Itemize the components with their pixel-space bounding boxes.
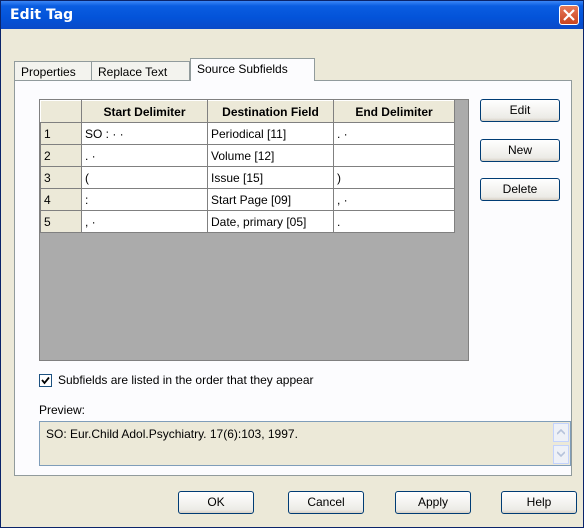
- preview-scroll-down[interactable]: [553, 445, 569, 464]
- corner-cell: [40, 100, 82, 123]
- cancel-button[interactable]: Cancel: [288, 491, 364, 514]
- end-delimiter-cell[interactable]: [333, 144, 455, 167]
- end-delimiter-cell[interactable]: .: [333, 210, 455, 233]
- subfields-table: Start Delimiter Destination Field End De…: [40, 100, 455, 233]
- start-delimiter-cell[interactable]: . ·: [81, 144, 208, 167]
- new-button[interactable]: New: [480, 139, 560, 162]
- row-number[interactable]: 3: [40, 166, 82, 189]
- window-title: Edit Tag: [10, 7, 74, 23]
- destination-field-cell[interactable]: Periodical [11]: [207, 122, 334, 145]
- delete-button[interactable]: Delete: [480, 178, 560, 201]
- table-row[interactable]: 4 : Start Page [09] , ·: [40, 188, 455, 211]
- table-row[interactable]: 3 ( Issue [15] ): [40, 166, 455, 189]
- edit-tag-dialog: Edit Tag Properties Replace Text Source …: [0, 0, 584, 528]
- preview-scroll-up[interactable]: [553, 423, 569, 442]
- order-checkbox[interactable]: [39, 374, 52, 387]
- column-header-end[interactable]: End Delimiter: [333, 100, 455, 123]
- order-checkbox-label: Subfields are listed in the order that t…: [58, 373, 314, 387]
- preview-textbox[interactable]: SO: Eur.Child Adol.Psychiatry. 17(6):103…: [39, 421, 571, 466]
- edit-button[interactable]: Edit: [480, 99, 560, 122]
- destination-field-cell[interactable]: Volume [12]: [207, 144, 334, 167]
- start-delimiter-cell[interactable]: , ·: [81, 210, 208, 233]
- tab-source-subfields[interactable]: Source Subfields: [190, 58, 315, 81]
- table-header-row: Start Delimiter Destination Field End De…: [40, 100, 455, 123]
- row-number[interactable]: 1: [40, 122, 82, 145]
- checkmark-icon: [41, 376, 50, 385]
- scroll-up-icon: [557, 429, 565, 435]
- destination-field-cell[interactable]: Issue [15]: [207, 166, 334, 189]
- source-subfields-panel: Start Delimiter Destination Field End De…: [14, 80, 572, 476]
- destination-field-cell[interactable]: Date, primary [05]: [207, 210, 334, 233]
- column-header-start[interactable]: Start Delimiter: [81, 100, 208, 123]
- row-number[interactable]: 2: [40, 144, 82, 167]
- table-row[interactable]: 1 SO : · · Periodical [11] . ·: [40, 122, 455, 145]
- start-delimiter-cell[interactable]: SO : · ·: [81, 122, 208, 145]
- close-icon: [563, 9, 575, 21]
- table-row[interactable]: 5 , · Date, primary [05] .: [40, 210, 455, 233]
- start-delimiter-cell[interactable]: :: [81, 188, 208, 211]
- tab-replace-text[interactable]: Replace Text: [91, 61, 190, 80]
- end-delimiter-cell[interactable]: , ·: [333, 188, 455, 211]
- scroll-down-icon: [557, 451, 565, 457]
- close-button[interactable]: [559, 5, 579, 25]
- destination-field-cell[interactable]: Start Page [09]: [207, 188, 334, 211]
- preview-text: SO: Eur.Child Adol.Psychiatry. 17(6):103…: [46, 427, 298, 441]
- row-number[interactable]: 5: [40, 210, 82, 233]
- tab-properties[interactable]: Properties: [14, 61, 92, 80]
- column-header-destination[interactable]: Destination Field: [207, 100, 334, 123]
- end-delimiter-cell[interactable]: . ·: [333, 122, 455, 145]
- end-delimiter-cell[interactable]: ): [333, 166, 455, 189]
- row-number[interactable]: 4: [40, 188, 82, 211]
- subfields-grid[interactable]: Start Delimiter Destination Field End De…: [39, 99, 469, 361]
- table-row[interactable]: 2 . · Volume [12]: [40, 144, 455, 167]
- title-bar: Edit Tag: [1, 1, 583, 29]
- start-delimiter-cell[interactable]: (: [81, 166, 208, 189]
- preview-label: Preview:: [39, 403, 86, 417]
- apply-button[interactable]: Apply: [395, 491, 471, 514]
- ok-button[interactable]: OK: [178, 491, 254, 514]
- help-button[interactable]: Help: [501, 491, 577, 514]
